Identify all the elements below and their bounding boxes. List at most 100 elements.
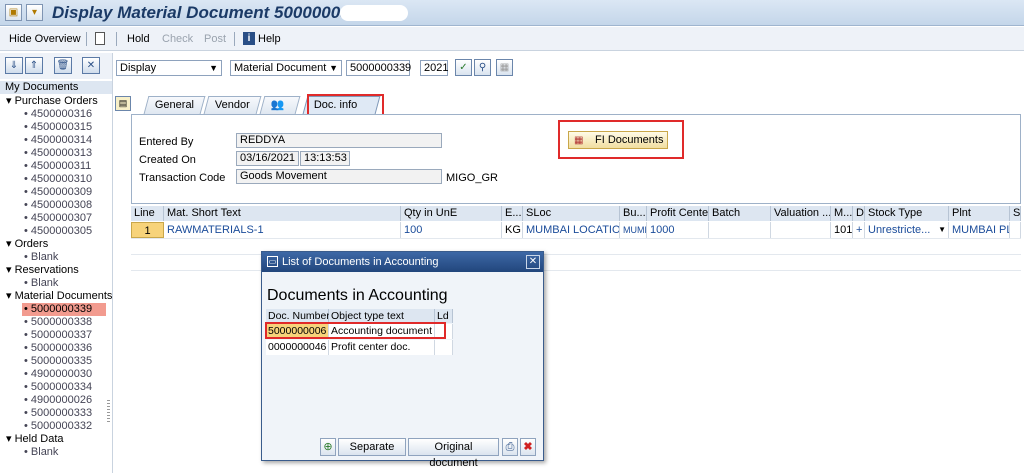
tree-item[interactable]: • 4500000305 bbox=[0, 225, 92, 238]
tree-item[interactable]: • 5000000339 bbox=[22, 303, 106, 316]
tree-item[interactable]: • 4500000309 bbox=[0, 186, 92, 199]
cell-unit[interactable]: KG bbox=[502, 222, 523, 238]
cell-debit-credit[interactable]: + bbox=[853, 222, 865, 238]
tree-folder[interactable]: ▾ Material Documents bbox=[0, 290, 112, 303]
zoom-in-icon[interactable]: ⊕ bbox=[320, 438, 336, 456]
menu-icon[interactable]: ▣ bbox=[5, 4, 22, 21]
tree-item[interactable]: • 5000000336 bbox=[0, 342, 92, 355]
stock-type-value: Unrestricte... bbox=[868, 224, 931, 236]
tree-item[interactable]: • Blank bbox=[0, 277, 58, 290]
tree-item[interactable]: • 5000000338 bbox=[0, 316, 92, 329]
chevron-down-icon: ▼ bbox=[329, 63, 338, 73]
tree-item[interactable]: • 4500000316 bbox=[0, 108, 92, 121]
col-header-unit[interactable]: E... bbox=[502, 206, 523, 221]
tree-item[interactable]: • 5000000335 bbox=[0, 355, 92, 368]
tree-item[interactable]: • 4500000311 bbox=[0, 160, 91, 173]
year-field[interactable]: 2021 bbox=[420, 60, 448, 76]
cell-profit-center[interactable]: 1000 bbox=[647, 222, 709, 238]
tree-item[interactable]: • 4900000030 bbox=[0, 368, 92, 381]
tree-folder[interactable]: ▾ Orders bbox=[0, 238, 48, 251]
tree-item[interactable]: • 4500000315 bbox=[0, 121, 92, 134]
close-icon[interactable]: ✕ bbox=[526, 255, 540, 269]
col-header-doc-number[interactable]: Doc. Number bbox=[266, 309, 330, 323]
pane-divider bbox=[112, 53, 113, 473]
col-header-mat-short-text[interactable]: Mat. Short Text bbox=[164, 206, 401, 221]
hold-button[interactable]: Hold bbox=[127, 33, 150, 45]
cell-mat-short-text[interactable]: RAWMATERIALS-1 bbox=[164, 222, 401, 238]
ld-cell[interactable] bbox=[435, 340, 453, 355]
splitter-handle[interactable] bbox=[107, 400, 110, 422]
tree-folder[interactable]: ▾ Purchase Orders bbox=[0, 95, 98, 108]
tree-item[interactable]: • 4500000313 bbox=[0, 147, 92, 160]
dialog-title-bar[interactable]: ▭ List of Documents in Accounting ✕ bbox=[262, 252, 543, 272]
close-pane-icon[interactable]: ✕ bbox=[82, 57, 100, 74]
binoculars-icon[interactable]: ⚲ bbox=[474, 59, 491, 76]
tree-item[interactable]: • 4900000026 bbox=[0, 394, 92, 407]
doc-number-cell[interactable]: 0000000046 bbox=[266, 340, 329, 355]
col-header-batch[interactable]: Batch bbox=[709, 206, 771, 221]
col-header-bu[interactable]: Bu... bbox=[620, 206, 647, 221]
document-type-select[interactable]: Material Document ▼ bbox=[230, 60, 342, 76]
cell-valuation[interactable] bbox=[771, 222, 831, 238]
cell-plant[interactable]: MUMBAI PL... bbox=[949, 222, 1010, 238]
col-header-movement[interactable]: M... bbox=[831, 206, 853, 221]
cell-qty[interactable]: 100 bbox=[401, 222, 502, 238]
tree-folder[interactable]: ▾ Reservations bbox=[0, 264, 79, 277]
document-type-value: Material Document bbox=[234, 62, 327, 74]
col-header-plant[interactable]: Plnt bbox=[949, 206, 1010, 221]
tree-item[interactable]: • 5000000334 bbox=[0, 381, 92, 394]
cell-stock-type[interactable]: Unrestricte... ▼ bbox=[865, 222, 949, 238]
tab-general[interactable]: General bbox=[143, 96, 206, 114]
line-number-button[interactable]: 1 bbox=[131, 222, 164, 238]
collapse-up-icon[interactable]: ⇑ bbox=[25, 57, 43, 74]
overview-toggle-icon[interactable]: ▤ bbox=[115, 96, 131, 111]
col-header-ld[interactable]: Ld bbox=[435, 309, 453, 323]
document-number-field[interactable]: 5000000339 bbox=[346, 60, 411, 76]
hide-overview-button[interactable]: Hide Overview bbox=[9, 33, 81, 45]
highlight-fi-documents-callout bbox=[558, 120, 684, 159]
object-type-cell[interactable]: Profit center doc. bbox=[329, 340, 435, 355]
separate-button[interactable]: Separate bbox=[338, 438, 406, 456]
tree-folder[interactable]: ▾ Held Data bbox=[0, 433, 64, 446]
col-header-sloc[interactable]: SLoc bbox=[523, 206, 620, 221]
post-button[interactable]: Post bbox=[204, 33, 226, 45]
cell-s[interactable] bbox=[1010, 222, 1021, 238]
col-header-stock-type[interactable]: Stock Type bbox=[865, 206, 949, 221]
cell-bu[interactable]: MUMB bbox=[620, 222, 647, 238]
col-header-valuation[interactable]: Valuation ... bbox=[771, 206, 831, 221]
col-header-object-type[interactable]: Object type text bbox=[329, 309, 435, 323]
tree-item[interactable]: • Blank bbox=[0, 446, 58, 459]
check-button[interactable]: Check bbox=[162, 33, 193, 45]
tree-item[interactable]: • Blank bbox=[0, 251, 58, 264]
tree-item[interactable]: • 5000000332 bbox=[0, 420, 92, 433]
tab-vendor[interactable]: Vendor bbox=[203, 96, 262, 114]
settings-grid-icon[interactable]: ▦ bbox=[496, 59, 513, 76]
cell-movement-type[interactable]: 101 bbox=[831, 222, 853, 238]
tree-item[interactable]: • 5000000333 bbox=[0, 407, 92, 420]
col-header-debit-credit[interactable]: D bbox=[853, 206, 865, 221]
info-icon[interactable]: i bbox=[243, 32, 255, 45]
print-icon[interactable]: ⎙ bbox=[502, 438, 518, 456]
execute-icon[interactable]: ✓ bbox=[455, 59, 472, 76]
expand-down-icon[interactable]: ⇓ bbox=[5, 57, 23, 74]
tree-item[interactable]: • 5000000337 bbox=[0, 329, 92, 342]
original-document-button[interactable]: Original document bbox=[408, 438, 499, 469]
highlight-accounting-doc-callout bbox=[265, 322, 446, 339]
tree-item[interactable]: • 4500000307 bbox=[0, 212, 92, 225]
tree-item[interactable]: • 4500000314 bbox=[0, 134, 92, 147]
tree-item[interactable]: • 4500000310 bbox=[0, 173, 92, 186]
help-button[interactable]: Help bbox=[258, 33, 281, 45]
tab-partners[interactable]: 👥 bbox=[259, 96, 301, 114]
action-select[interactable]: Display ▼ bbox=[116, 60, 222, 76]
new-document-icon[interactable] bbox=[95, 32, 105, 45]
trash-icon[interactable]: 🗑 bbox=[54, 57, 72, 74]
col-header-profit-center[interactable]: Profit Center bbox=[647, 206, 709, 221]
cell-batch[interactable] bbox=[709, 222, 771, 238]
cancel-icon[interactable]: ✖ bbox=[520, 438, 536, 456]
tree-item[interactable]: • 4500000308 bbox=[0, 199, 92, 212]
col-header-line[interactable]: Line bbox=[131, 206, 164, 221]
dropdown-arrow-icon[interactable]: ▾ bbox=[26, 4, 43, 21]
col-header-s[interactable]: S. bbox=[1010, 206, 1021, 221]
cell-sloc[interactable]: MUMBAI LOCATION bbox=[523, 222, 620, 238]
col-header-qty[interactable]: Qty in UnE bbox=[401, 206, 502, 221]
